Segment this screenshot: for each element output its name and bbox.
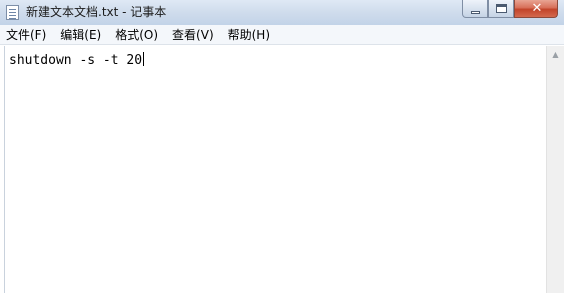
maximize-icon	[496, 4, 507, 13]
editor-text-value: shutdown -s -t 20	[9, 53, 143, 68]
editor-content[interactable]: shutdown -s -t 20	[9, 52, 145, 69]
notepad-icon[interactable]	[6, 5, 19, 20]
text-editor[interactable]: shutdown -s -t 20	[4, 46, 546, 293]
caption-buttons: ✕	[462, 0, 558, 19]
scroll-up-arrow-icon[interactable]: ▲	[547, 46, 564, 63]
title-bar[interactable]: 新建文本文档.txt - 记事本 ✕	[0, 0, 564, 25]
menu-file[interactable]: 文件(F)	[6, 27, 46, 43]
menu-help[interactable]: 帮助(H)	[228, 27, 270, 43]
close-icon: ✕	[531, 1, 543, 16]
minimize-icon	[471, 11, 480, 14]
menu-view[interactable]: 查看(V)	[172, 27, 214, 43]
text-caret	[143, 52, 145, 66]
notepad-window: 新建文本文档.txt - 记事本 ✕ 文件(F) 编辑(E) 格式(O) 查看(…	[0, 0, 564, 293]
menu-edit[interactable]: 编辑(E)	[60, 27, 101, 43]
close-button[interactable]: ✕	[514, 0, 558, 18]
minimize-button[interactable]	[462, 0, 488, 18]
menu-bar: 文件(F) 编辑(E) 格式(O) 查看(V) 帮助(H)	[0, 25, 564, 45]
menu-format[interactable]: 格式(O)	[115, 27, 158, 43]
maximize-button[interactable]	[488, 0, 514, 18]
window-title: 新建文本文档.txt - 记事本	[26, 5, 167, 19]
vertical-scrollbar[interactable]: ▲	[546, 46, 564, 293]
